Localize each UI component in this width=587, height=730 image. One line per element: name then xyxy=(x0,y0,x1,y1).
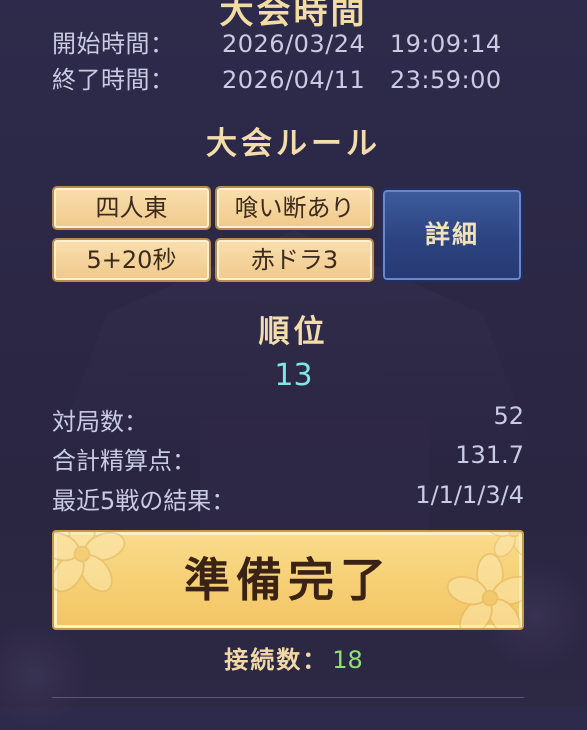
end-time-label: 終了時間： xyxy=(52,66,175,94)
rank-label: 順位 xyxy=(258,314,329,350)
recent-results-value: 1/1/1/3/4 xyxy=(415,481,524,509)
recent-results-label: 最近5戦の結果： xyxy=(52,487,236,515)
games-played-value: 52 xyxy=(493,402,524,430)
rule-tag-red-dora: 赤ドラ3 xyxy=(215,238,374,282)
connection-count-label: 接続数： xyxy=(224,646,329,674)
start-time-label: 開始時間： xyxy=(52,30,175,58)
rank-value: 13 xyxy=(274,358,313,393)
bottom-divider xyxy=(52,697,524,698)
games-played-label: 対局数： xyxy=(52,408,148,436)
rule-tag-time-limit: 5+20秒 xyxy=(52,238,211,282)
connection-count-row: 接続数： 18 xyxy=(0,640,587,675)
rule-tag-kuitan: 喰い断あり xyxy=(215,186,374,230)
connection-count-value: 18 xyxy=(332,646,363,674)
stat-row-games-played: 対局数： 52 xyxy=(52,402,524,436)
ready-button-label: 準備完了 xyxy=(184,553,392,607)
rule-tag-four-player-east: 四人東 xyxy=(52,186,211,230)
start-time-row: 開始時間： 2026/03/24 19:09:14 xyxy=(52,24,502,59)
end-time-row: 終了時間： 2026/04/11 23:59:00 xyxy=(52,60,502,95)
end-time-value: 2026/04/11 23:59:00 xyxy=(222,66,502,94)
total-points-label: 合計精算点： xyxy=(52,447,196,475)
total-points-value: 131.7 xyxy=(455,441,524,469)
stat-row-recent-results: 最近5戦の結果： 1/1/1/3/4 xyxy=(52,481,524,515)
rules-title: 大会ルール xyxy=(206,126,381,162)
ready-button[interactable]: 準備完了 xyxy=(52,530,524,630)
background-flower-left xyxy=(0,620,90,730)
start-time-value: 2026/03/24 19:09:14 xyxy=(222,30,502,58)
stat-row-total-points: 合計精算点： 131.7 xyxy=(52,441,524,475)
rules-detail-button[interactable]: 詳細 xyxy=(381,188,523,282)
